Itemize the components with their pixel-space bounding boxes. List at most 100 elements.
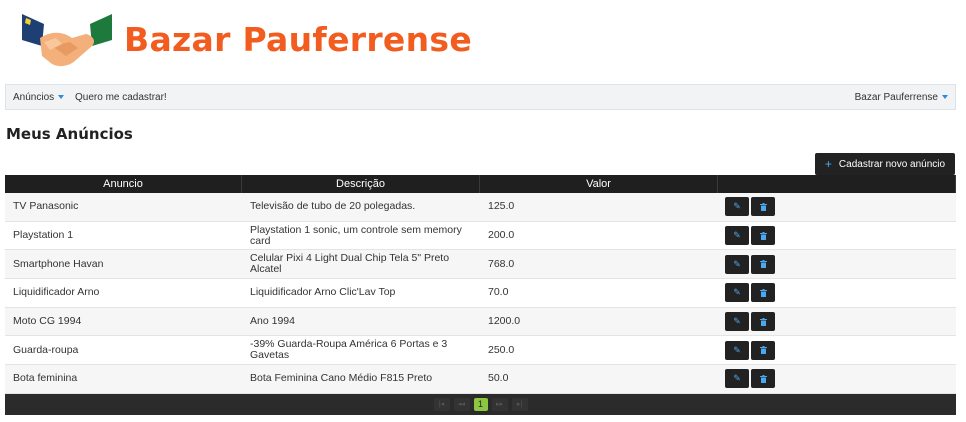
table-row: Smartphone Havan Celular Pixi 4 Light Dua… <box>5 250 956 280</box>
cell-anuncio: Bota feminina <box>5 365 242 393</box>
nav-user-label: Bazar Pauferrense <box>854 92 938 103</box>
pencil-icon: ✎ <box>733 373 741 384</box>
delete-button[interactable] <box>751 340 775 360</box>
cell-anuncio: Smartphone Havan <box>5 250 242 278</box>
column-header-valor[interactable]: Valor <box>480 175 718 193</box>
anuncio-text: Smartphone Havan <box>13 257 104 270</box>
prev-page-button[interactable]: ◂◂ <box>453 397 470 411</box>
edit-button[interactable]: ✎ <box>725 340 749 360</box>
nav-user-dropdown[interactable]: Bazar Pauferrense <box>855 92 948 103</box>
delete-button[interactable] <box>751 312 775 332</box>
caret-down-icon <box>942 95 948 99</box>
brand-title[interactable]: Bazar Pauferrense <box>124 20 472 59</box>
cell-descricao: Ano 1994 <box>242 308 480 336</box>
ads-table: Anuncio Descrição Valor TV Panasonic Tele… <box>5 175 956 415</box>
next-page-button[interactable]: ▸▸ <box>491 397 508 411</box>
cell-anuncio: Moto CG 1994 <box>5 308 242 336</box>
pencil-icon: ✎ <box>733 316 741 327</box>
cell-anuncio: Guarda-roupa <box>5 336 242 364</box>
pencil-icon: ✎ <box>733 201 741 212</box>
first-page-button[interactable]: |◂ <box>433 397 450 411</box>
delete-button[interactable] <box>751 226 775 246</box>
valor-text: 768.0 <box>488 257 515 270</box>
cell-valor: 200.0 <box>480 222 718 250</box>
valor-text: 1200.0 <box>488 315 521 328</box>
site-header: Bazar Pauferrense <box>0 0 966 82</box>
delete-button[interactable] <box>751 254 775 274</box>
cell-anuncio: TV Panasonic <box>5 193 242 221</box>
column-header-actions <box>718 175 956 193</box>
cell-valor: 125.0 <box>480 193 718 221</box>
descricao-text: Celular Pixi 4 Light Dual Chip Tela 5" P… <box>250 252 450 276</box>
trash-icon <box>759 202 767 211</box>
delete-button[interactable] <box>751 369 775 389</box>
table-row: Playstation 1 Playstation 1 sonic, um con… <box>5 221 956 251</box>
last-page-button[interactable]: ▸| <box>511 397 528 411</box>
cell-valor: 1200.0 <box>480 308 718 336</box>
edit-button[interactable]: ✎ <box>725 283 749 303</box>
cell-actions: ✎ <box>718 336 956 364</box>
cell-actions: ✎ <box>718 308 956 336</box>
nav-cadastrar-link[interactable]: Quero me cadastrar! <box>75 92 167 103</box>
table-header: Anuncio Descrição Valor <box>5 175 956 193</box>
pencil-icon: ✎ <box>733 344 741 355</box>
descricao-text: Bota Feminina Cano Médio F815 Preto <box>250 372 433 385</box>
cell-actions: ✎ <box>718 193 956 221</box>
cell-valor: 70.0 <box>480 279 718 307</box>
descricao-text: Liquidificador Arno Clic'Lav Top <box>250 286 396 299</box>
pencil-icon: ✎ <box>733 258 741 269</box>
edit-button[interactable]: ✎ <box>725 312 749 332</box>
trash-icon <box>759 374 767 383</box>
current-page-button[interactable]: 1 <box>473 397 488 411</box>
valor-text: 200.0 <box>488 229 515 242</box>
table-row: TV Panasonic Televisão de tubo de 20 pole… <box>5 193 956 222</box>
anuncio-text: Liquidificador Arno <box>13 286 100 299</box>
anuncio-text: Bota feminina <box>13 372 78 385</box>
cell-valor: 50.0 <box>480 365 718 393</box>
column-header-anuncio[interactable]: Anuncio <box>5 175 242 193</box>
edit-button[interactable]: ✎ <box>725 197 749 217</box>
anuncio-text: Moto CG 1994 <box>13 315 82 328</box>
edit-button[interactable]: ✎ <box>725 226 749 246</box>
cell-descricao: Celular Pixi 4 Light Dual Chip Tela 5" P… <box>242 250 480 278</box>
cell-valor: 768.0 <box>480 250 718 278</box>
delete-button[interactable] <box>751 197 775 217</box>
cell-descricao: -39% Guarda-Roupa América 6 Portas e 3 G… <box>242 336 480 364</box>
cell-anuncio: Liquidificador Arno <box>5 279 242 307</box>
new-ad-button[interactable]: + Cadastrar novo anúncio <box>815 153 955 175</box>
cell-descricao: Liquidificador Arno Clic'Lav Top <box>242 279 480 307</box>
cell-anuncio: Playstation 1 <box>5 222 242 250</box>
nav-anuncios-label: Anúncios <box>13 92 55 103</box>
valor-text: 250.0 <box>488 343 515 356</box>
table-body: TV Panasonic Televisão de tubo de 20 pole… <box>5 193 956 394</box>
valor-text: 70.0 <box>488 286 509 299</box>
cell-actions: ✎ <box>718 279 956 307</box>
handshake-logo-icon <box>22 14 112 67</box>
trash-icon <box>759 260 767 269</box>
delete-button[interactable] <box>751 283 775 303</box>
valor-text: 50.0 <box>488 372 509 385</box>
pager: |◂ ◂◂ 1 ▸▸ ▸| <box>5 393 956 415</box>
edit-button[interactable]: ✎ <box>725 254 749 274</box>
descricao-text: -39% Guarda-Roupa América 6 Portas e 3 G… <box>250 338 448 362</box>
nav-anuncios-dropdown[interactable]: Anúncios <box>13 92 65 103</box>
cell-descricao: Playstation 1 sonic, um controle sem mem… <box>242 222 480 250</box>
valor-text: 125.0 <box>488 200 515 213</box>
cell-descricao: Televisão de tubo de 20 polegadas. <box>242 193 480 221</box>
trash-icon <box>759 288 767 297</box>
trash-icon <box>759 317 767 326</box>
trash-icon <box>759 231 767 240</box>
pencil-icon: ✎ <box>733 230 741 241</box>
cell-actions: ✎ <box>718 365 956 393</box>
page-title: Meus Anúncios <box>6 125 133 143</box>
new-ad-button-label: Cadastrar novo anúncio <box>838 158 946 170</box>
descricao-text: Playstation 1 sonic, um controle sem mem… <box>250 223 462 247</box>
column-header-descricao[interactable]: Descrição <box>242 175 480 193</box>
table-row: Bota feminina Bota Feminina Cano Médio F8… <box>5 365 956 394</box>
table-row: Guarda-roupa -39% Guarda-Roupa América 6 … <box>5 336 956 366</box>
anuncio-text: Playstation 1 <box>13 229 74 242</box>
edit-button[interactable]: ✎ <box>725 369 749 389</box>
caret-down-icon <box>58 95 65 99</box>
plus-icon: + <box>824 157 832 171</box>
cell-descricao: Bota Feminina Cano Médio F815 Preto <box>242 365 480 393</box>
